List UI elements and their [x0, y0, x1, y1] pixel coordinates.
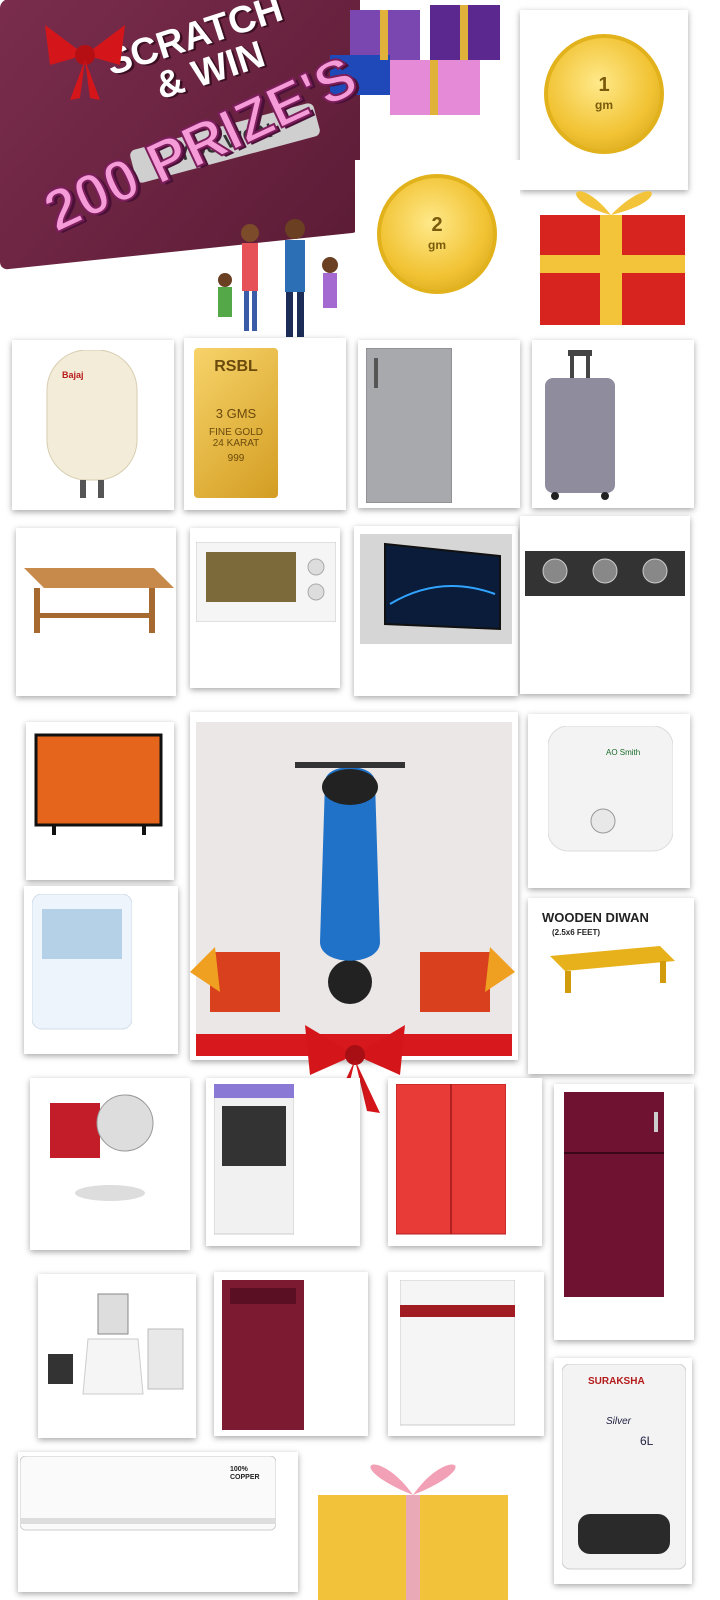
water-heater-brand: Bajaj	[62, 370, 84, 380]
semi-auto-washer-icon	[400, 1280, 515, 1426]
water-purifier-card	[24, 886, 178, 1054]
single-door-fridge-card	[358, 340, 520, 508]
coin1-value: 1	[598, 74, 610, 96]
scooter-grand-prize-card	[190, 712, 518, 1060]
gold-bar-line2: 24 KARAT	[212, 438, 260, 449]
water-purifier-icon	[32, 894, 132, 1030]
coffee-table-card	[16, 528, 176, 696]
led-tv-icon	[34, 733, 163, 835]
ribbon-bow-icon	[40, 10, 130, 100]
coin2-value: 2	[431, 214, 443, 236]
gold-coin-2gm: 2 gm	[377, 174, 497, 294]
gold-coin-1gm: 1 gm	[544, 34, 664, 154]
mixer-grinder-card	[38, 1274, 196, 1438]
fridge-icon	[366, 348, 452, 503]
diwan-title: WOODEN DIWAN	[542, 910, 649, 925]
water-heater-card: Bajaj	[12, 340, 174, 510]
almirah-icon	[396, 1084, 506, 1235]
gas-stove-card	[520, 516, 690, 694]
water-heater-icon	[46, 350, 138, 498]
mixer-card	[30, 1078, 190, 1250]
gas-geyser-icon	[562, 1364, 686, 1570]
double-door-fridge-card	[554, 1084, 694, 1340]
led-tv-card	[26, 722, 174, 880]
gold-bar-card: RSBL 3 GMS FINE GOLD 24 KARAT 999	[184, 338, 346, 510]
washing-machine-icon	[222, 1280, 304, 1430]
coin1-unit: gm	[595, 98, 613, 112]
air-cooler-icon	[214, 1084, 294, 1235]
geyser-capacity: 6L	[640, 1434, 654, 1448]
gold-coin-1gm-card: 1 gm	[520, 10, 688, 190]
storage-heater-icon	[548, 726, 673, 852]
storage-water-heater-card: AO Smith	[528, 714, 690, 888]
gold-gift-box-icon	[318, 1464, 508, 1600]
gold-coin-2gm-card: 2 gm	[355, 160, 520, 335]
storage-heater-brand: AO Smith	[606, 748, 641, 757]
microwave-icon	[196, 542, 336, 622]
steel-almirah-card	[388, 1078, 542, 1246]
geyser-model: Silver	[606, 1416, 632, 1427]
gold-bar: RSBL 3 GMS FINE GOLD 24 KARAT 999	[194, 348, 278, 498]
coin2-unit: gm	[428, 238, 446, 252]
kitchen-appliance-icon	[50, 1094, 154, 1201]
gas-stove-icon	[525, 551, 685, 596]
gold-bar-purity: 999	[227, 453, 245, 464]
semi-auto-washer-card	[388, 1272, 544, 1436]
gold-bar-weight: 3 GMS	[215, 406, 257, 421]
coffee-table-icon	[24, 568, 174, 633]
red-gift-box-icon	[535, 170, 690, 330]
microwave-card	[190, 528, 340, 688]
air-cooler-card	[206, 1078, 360, 1246]
scooter-icon	[295, 762, 405, 1004]
double-door-fridge-icon	[564, 1092, 664, 1297]
geyser-brand: SURAKSHA	[588, 1376, 645, 1387]
gift-box-left-icon	[190, 947, 280, 1012]
gift-box-right-icon	[420, 947, 515, 1012]
tv-icon	[360, 534, 512, 644]
suitcase-icon	[545, 350, 615, 500]
diwan-icon	[550, 946, 675, 993]
mixer-grinder-icon	[48, 1293, 184, 1395]
smart-tv-card	[354, 526, 518, 696]
top-load-washer-card	[214, 1272, 368, 1436]
wooden-diwan-card: WOODEN DIWAN (2.5x6 FEET)	[528, 898, 694, 1074]
gold-bar-brand: RSBL	[214, 358, 258, 375]
luggage-card	[532, 340, 694, 508]
split-ac-card: 100% COPPER	[18, 1452, 298, 1592]
ac-copper-badge: 100% COPPER	[230, 1466, 260, 1481]
gold-bar-line1: FINE GOLD	[209, 427, 263, 438]
gas-geyser-card: SURAKSHA Silver 6L	[554, 1358, 692, 1584]
shopping-family-illustration	[200, 215, 360, 350]
